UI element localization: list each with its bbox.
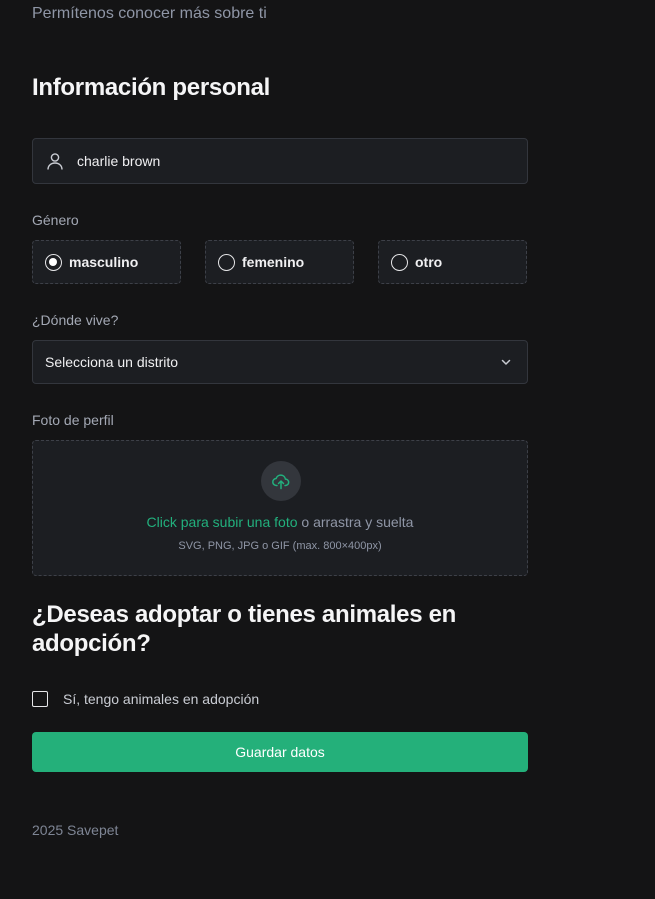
district-select-value: Selecciona un distrito bbox=[45, 354, 179, 370]
gender-label: Género bbox=[32, 212, 79, 228]
gender-option-label: masculino bbox=[69, 254, 139, 270]
photo-label: Foto de perfil bbox=[32, 412, 114, 428]
profile-form-page: Permítenos conocer más sobre ti Informac… bbox=[0, 0, 655, 899]
drag-drop-text: o arrastra y suelta bbox=[301, 514, 414, 530]
adoption-checkbox[interactable] bbox=[32, 691, 48, 707]
section-title-personal: Información personal bbox=[32, 74, 271, 101]
district-select[interactable]: Selecciona un distrito bbox=[32, 340, 528, 384]
gender-option-label: otro bbox=[415, 254, 443, 270]
name-input[interactable] bbox=[77, 153, 497, 169]
radio-otro[interactable] bbox=[391, 253, 408, 271]
adoption-title: ¿Deseas adoptar o tienes animales en ado… bbox=[32, 601, 457, 657]
dropzone-instructions: Click para subir una foto o arrastra y s… bbox=[33, 514, 527, 530]
gender-option-masculino[interactable]: masculino bbox=[32, 240, 181, 284]
radio-femenino[interactable] bbox=[218, 253, 235, 271]
name-field[interactable] bbox=[32, 138, 528, 184]
gender-option-otro[interactable]: otro bbox=[378, 240, 527, 284]
adoption-checkbox-label: Sí, tengo animales en adopción bbox=[63, 691, 260, 707]
upload-photo-link[interactable]: Click para subir una foto bbox=[147, 514, 298, 530]
footer-copyright: 2025 Savepet bbox=[32, 822, 119, 838]
save-button[interactable]: Guardar datos bbox=[32, 732, 528, 772]
file-format-hint: SVG, PNG, JPG o GIF (max. 800×400px) bbox=[178, 540, 382, 552]
radio-masculino[interactable] bbox=[45, 253, 62, 271]
intro-text: Permítenos conocer más sobre ti bbox=[32, 5, 267, 22]
gender-option-label: femenino bbox=[242, 254, 305, 270]
location-label: ¿Dónde vive? bbox=[32, 312, 119, 328]
user-icon bbox=[45, 151, 65, 171]
cloud-upload-icon bbox=[261, 461, 301, 501]
chevron-down-icon bbox=[499, 355, 513, 369]
photo-dropzone[interactable]: Click para subir una foto o arrastra y s… bbox=[32, 440, 528, 576]
gender-option-femenino[interactable]: femenino bbox=[205, 240, 354, 284]
adoption-checkbox-row[interactable]: Sí, tengo animales en adopción bbox=[32, 691, 259, 707]
